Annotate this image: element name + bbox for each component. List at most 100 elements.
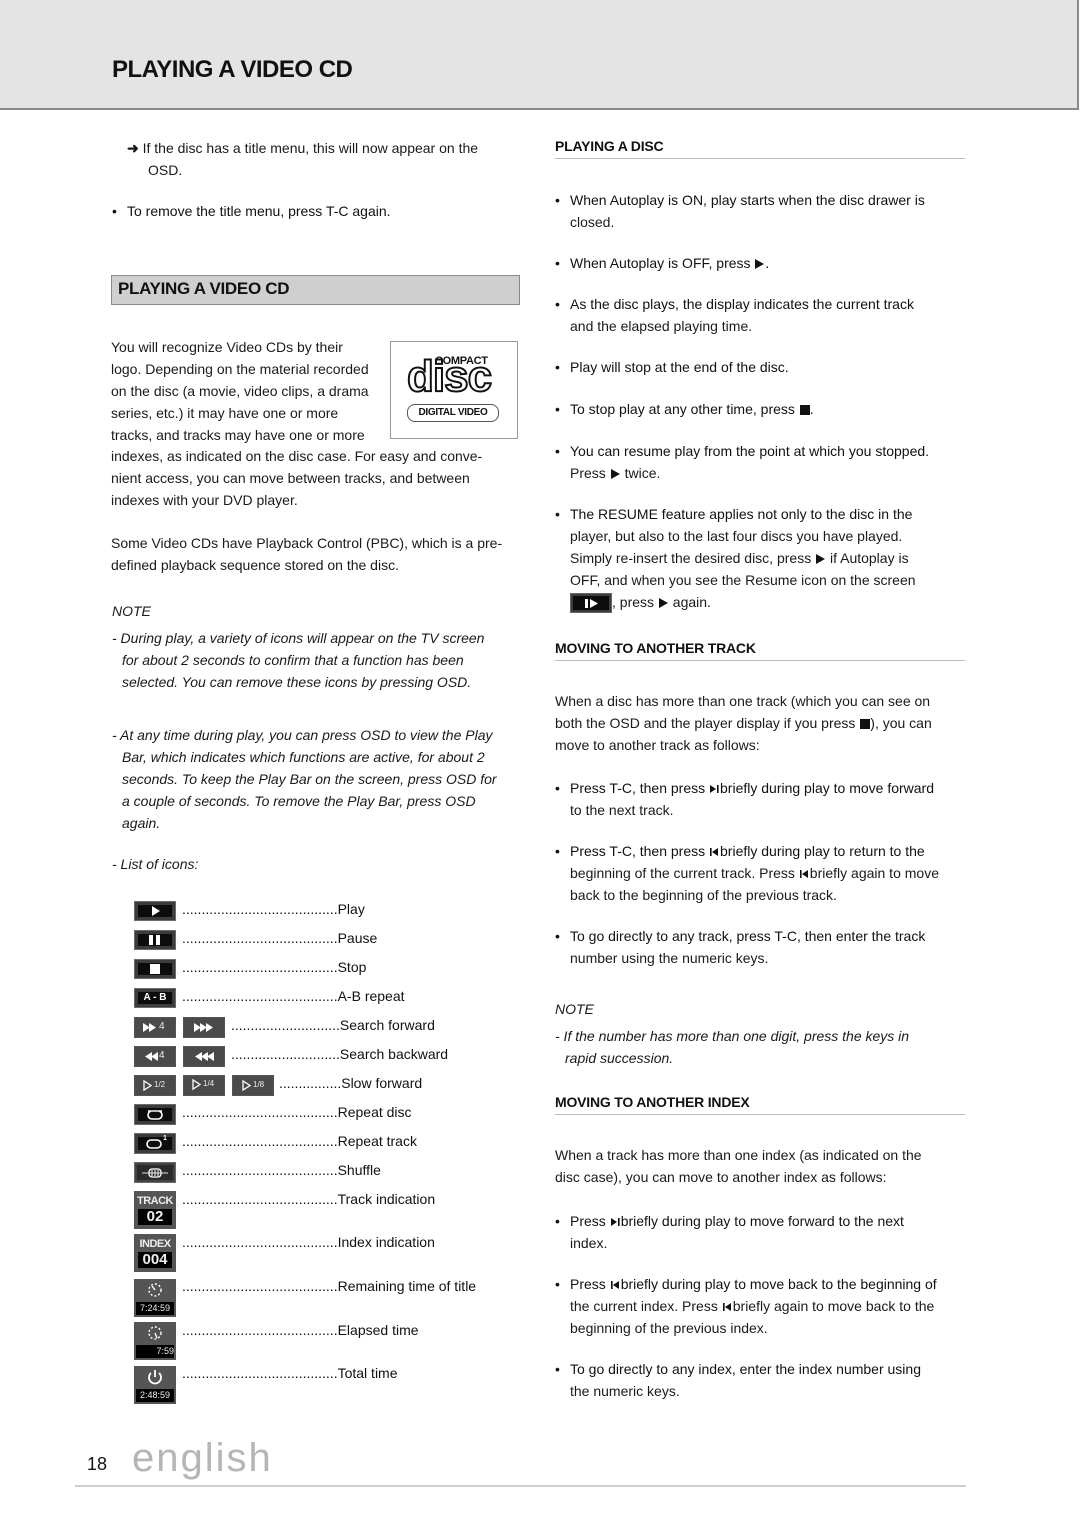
logo-disc-text: disc [406, 351, 493, 402]
index-indication-icon: INDEX 004 [134, 1234, 176, 1272]
text-line: on the disc (a movie, video clips, a dra… [111, 383, 369, 399]
total-time-icon: 2:48:59 [134, 1366, 176, 1404]
note-line: - If the number has more than one digit,… [555, 1028, 910, 1044]
stop-icon [134, 959, 176, 979]
icon-label: Track indication [337, 1191, 436, 1207]
note-line: rapid succession. [565, 1050, 674, 1066]
note-line: Bar, which indicates which functions are… [122, 749, 485, 765]
text-line: OFF, and when you see the Resume icon on… [570, 572, 916, 588]
icon-label: Repeat disc [337, 1104, 412, 1120]
play-icon [610, 469, 620, 480]
text-line: back to the beginning of the previous tr… [570, 887, 837, 903]
stop-icon [860, 719, 871, 730]
ab-repeat-icon: A - B [134, 988, 176, 1008]
text-line: You will recognize Video CDs by their [111, 339, 343, 355]
text-line: disc case), you can move to another inde… [555, 1169, 887, 1185]
section-title: PLAYING A VIDEO CD [118, 279, 290, 298]
icon-row-play: ........................................… [182, 901, 365, 917]
text-line: the numeric keys. [570, 1383, 680, 1399]
previous-icon [722, 1303, 731, 1312]
icon-row-ab-repeat: ........................................… [182, 988, 405, 1004]
text-line: , press again. [570, 591, 711, 614]
track-indication-icon: TRACK 02 [134, 1191, 176, 1229]
icon-label: Play [337, 901, 365, 917]
previous-icon [610, 1281, 619, 1290]
icon-row-index-indication: ........................................… [182, 1234, 435, 1250]
text-line: indexes, as indicated on the disc case. … [111, 448, 483, 464]
icon-label: Elapsed time [337, 1322, 419, 1338]
section-heading-box: PLAYING A VIDEO CD [111, 275, 520, 305]
arrow-note-line2: OSD. [148, 162, 183, 178]
heading-playing-a-disc: PLAYING A DISC [555, 138, 965, 159]
note-line: - At any time during play, you can press… [112, 727, 493, 743]
footer-divider [75, 1485, 966, 1487]
pause-icon [134, 930, 176, 950]
icon-row-slow-forward: ................Slow forward [279, 1075, 423, 1091]
text-line: logo. Depending on the material recorded [111, 361, 369, 377]
shuffle-icon [134, 1162, 176, 1183]
icon-row-elapsed-time: ........................................… [182, 1322, 419, 1338]
icon-label: A-B repeat [337, 988, 405, 1004]
next-icon [710, 785, 719, 794]
repeat-disc-icon [134, 1104, 176, 1125]
note-line: seconds. To keep the Play Bar on the scr… [122, 771, 497, 787]
icon-label: Remaining time of title [337, 1278, 477, 1294]
icon-label: Slow forward [341, 1075, 423, 1091]
text-line: When a track has more than one index (as… [555, 1147, 922, 1163]
slow-forward-half-icon: 1/2 [134, 1075, 176, 1096]
note-line: for about 2 seconds to confirm that a fu… [122, 652, 464, 668]
play-icon [658, 598, 668, 609]
text-line: Press twice. [570, 465, 661, 481]
text-line: series, etc.) it may have one or more [111, 405, 339, 421]
text-line: move to another track as follows: [555, 737, 760, 753]
play-icon [816, 554, 826, 565]
text-line: the current index. Press briefly again t… [570, 1298, 935, 1314]
icon-label: Search backward [339, 1046, 449, 1062]
icon-row-pause: ........................................… [182, 930, 378, 946]
stop-icon [799, 405, 810, 416]
page-header: PLAYING A VIDEO CD [0, 0, 1079, 110]
previous-icon [799, 870, 808, 879]
heading-moving-index: MOVING TO ANOTHER INDEX [555, 1094, 965, 1115]
text-line: and the elapsed playing time. [570, 318, 753, 334]
text-line: closed. [570, 214, 615, 230]
icon-row-stop: ........................................… [182, 959, 367, 975]
icon-label: Shuffle [337, 1162, 381, 1178]
heading-moving-track: MOVING TO ANOTHER TRACK [555, 640, 965, 661]
arrow-icon: ➜ [127, 140, 139, 156]
text-line: Simply re-insert the desired disc, press… [570, 550, 909, 566]
text-line: player, but also to the last four discs … [570, 528, 903, 544]
text-line: indexes with your DVD player. [111, 492, 298, 508]
icon-label: Stop [337, 959, 367, 975]
text-line: to the next track. [570, 802, 674, 818]
icon-row-total-time: ........................................… [182, 1365, 398, 1381]
text-line: When a disc has more than one track (whi… [555, 693, 931, 709]
text-line: number using the numeric keys. [570, 950, 769, 966]
icon-row-repeat-disc: ........................................… [182, 1104, 412, 1120]
icon-row-shuffle: ........................................… [182, 1162, 381, 1178]
icon-row-remaining-time: ........................................… [182, 1278, 477, 1294]
text-line: beginning of the current track. Press br… [570, 865, 939, 881]
remaining-time-icon: 7:24:59 [134, 1279, 176, 1317]
note-label: NOTE [112, 603, 151, 619]
icon-label: Search forward [339, 1017, 435, 1033]
note-line: - During play, a variety of icons will a… [112, 630, 485, 646]
play-icon [755, 259, 765, 270]
next-icon [610, 1218, 620, 1227]
resume-icon [570, 593, 612, 614]
slow-forward-eighth-icon: 1/8 [232, 1075, 274, 1096]
language-label: english [132, 1436, 273, 1480]
search-forward-4x-icon: 4 [134, 1017, 176, 1038]
arrow-note: ➜ If the disc has a title menu, this wil… [127, 140, 479, 156]
text-line: beginning of the previous index. [570, 1320, 768, 1336]
note-line: again. [122, 815, 161, 831]
search-backward-icon [183, 1046, 225, 1067]
icon-row-track-indication: ........................................… [182, 1191, 436, 1207]
icon-row-repeat-track: ........................................… [182, 1133, 417, 1149]
bullet-dot: • [112, 203, 117, 219]
video-cd-logo: COMPACT disc DIGITAL VIDEO [390, 341, 518, 439]
search-forward-icon [183, 1017, 225, 1038]
text-line: tracks, and tracks may have one or more [111, 427, 365, 443]
play-icon [134, 901, 176, 921]
logo-digital-video-text: DIGITAL VIDEO [407, 404, 499, 422]
